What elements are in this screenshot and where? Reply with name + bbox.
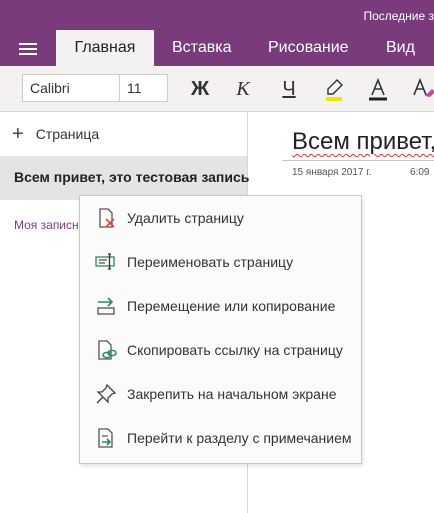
- note-date: 15 января 2017 г.: [292, 167, 372, 178]
- underline-button[interactable]: Ч: [275, 75, 303, 103]
- font-color-icon: [369, 77, 387, 101]
- copy-link-menu-item[interactable]: Скопировать ссылку на страницу: [80, 328, 361, 372]
- title-divider: [282, 160, 434, 161]
- delete-page-menu-item[interactable]: Удалить страницу: [80, 196, 361, 240]
- move-copy-menu-item[interactable]: Перемещение или копирование: [80, 284, 361, 328]
- font-size-field[interactable]: 11: [120, 74, 168, 102]
- clear-formatting-button[interactable]: [408, 75, 434, 103]
- section-link[interactable]: Моя записн: [14, 218, 79, 232]
- page-list-item[interactable]: Всем привет, это тестовая запись: [0, 156, 250, 200]
- menu-item-label: Закрепить на начальном экране: [127, 386, 337, 402]
- copy-link-icon: [98, 340, 117, 360]
- page-title: Всем привет, это тестовая запись: [14, 169, 250, 185]
- hamburger-menu-icon[interactable]: [19, 43, 37, 55]
- menu-item-label: Удалить страницу: [127, 210, 244, 226]
- tab-home[interactable]: Главная: [56, 30, 154, 66]
- italic-button[interactable]: К: [229, 75, 257, 103]
- menu-item-label: Перемещение или копирование: [127, 298, 336, 314]
- menu-item-label: Перейти к разделу с примечанием: [127, 430, 352, 446]
- bold-button[interactable]: Ж: [186, 75, 214, 103]
- menu-item-label: Переименовать страницу: [127, 254, 294, 270]
- rename-page-menu-item[interactable]: Переименовать страницу: [80, 240, 361, 284]
- menu-item-label: Скопировать ссылку на страницу: [127, 342, 343, 358]
- note-title[interactable]: Всем привет,: [292, 128, 434, 156]
- title-bar: Последние з: [0, 0, 434, 30]
- ribbon-tabs: Главная Вставка Рисование Вид: [0, 30, 434, 66]
- add-page-label: Страница: [35, 126, 100, 142]
- plus-icon: +: [12, 123, 24, 145]
- formatting-toolbar: Calibri 11 Ж К Ч: [0, 66, 434, 112]
- tab-draw[interactable]: Рисование: [268, 30, 349, 66]
- highlighter-icon: [326, 79, 343, 101]
- go-to-section-menu-item[interactable]: Перейти к разделу с примечанием: [80, 416, 361, 460]
- tab-insert[interactable]: Вставка: [172, 30, 231, 66]
- move-copy-icon: [97, 297, 115, 315]
- add-page-button[interactable]: + Страница: [12, 124, 99, 144]
- go-to-section-icon: [98, 428, 113, 448]
- page-context-menu: Удалить страницу Переименовать страницу …: [79, 195, 362, 464]
- pin-to-start-menu-item[interactable]: Закрепить на начальном экране: [80, 372, 361, 416]
- delete-page-icon: [99, 208, 115, 228]
- tab-view[interactable]: Вид: [386, 30, 415, 66]
- pin-icon: [96, 383, 117, 404]
- clear-formatting-icon: [413, 77, 434, 97]
- highlight-button[interactable]: [320, 75, 348, 103]
- font-name-field[interactable]: Calibri: [22, 74, 120, 102]
- font-color-button[interactable]: [364, 75, 392, 103]
- rename-page-icon: [95, 253, 115, 270]
- note-time: 6:09: [410, 167, 430, 178]
- recent-notes-link[interactable]: Последние з: [363, 9, 434, 23]
